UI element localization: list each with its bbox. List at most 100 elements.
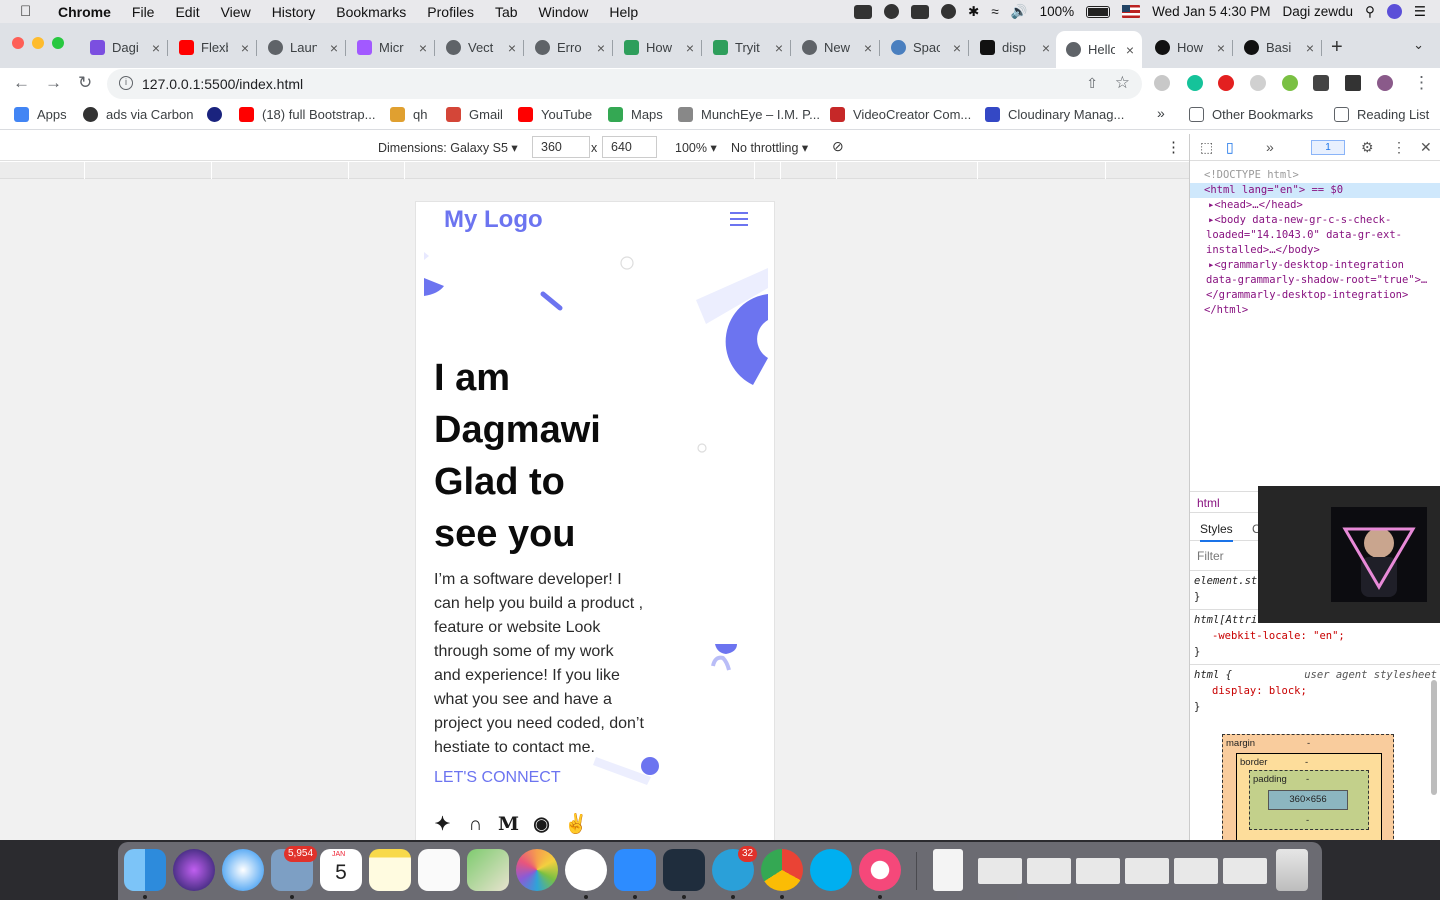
dom-doctype[interactable]: <!DOCTYPE html> <box>1190 168 1440 183</box>
photos-app-icon[interactable] <box>516 849 558 891</box>
apple-icon[interactable]:  <box>20 3 38 20</box>
spotlight-search-icon[interactable]: ⚲ <box>1365 4 1375 20</box>
screenshot-thumbnail[interactable] <box>1174 858 1218 884</box>
dom-body-node-cont[interactable]: loaded="14.1043.0" data-gr-ext- <box>1190 228 1440 243</box>
close-tab-icon[interactable]: × <box>419 40 427 56</box>
close-window-button[interactable] <box>12 37 24 49</box>
issues-badge[interactable]: 1 <box>1311 140 1345 155</box>
dom-head-node[interactable]: ▸<head>…</head> <box>1190 198 1440 213</box>
close-tab-icon[interactable]: × <box>152 40 160 56</box>
device-more-options-icon[interactable]: ⋮ <box>1166 138 1181 156</box>
media-query-ruler[interactable] <box>0 162 1189 179</box>
notes-app-icon[interactable] <box>369 849 411 891</box>
close-tab-icon[interactable]: × <box>1042 40 1050 56</box>
bookmark-item[interactable]: (18) full Bootstrap... <box>239 107 375 122</box>
tab-search-chevron-icon[interactable]: ⌄ <box>1413 37 1424 53</box>
close-tab-icon[interactable]: × <box>686 40 694 56</box>
other-bookmarks[interactable]: Other Bookmarks <box>1189 107 1313 122</box>
extension-icon[interactable] <box>1154 75 1170 91</box>
bookmark-item[interactable]: Maps <box>608 107 663 122</box>
dom-html-close[interactable]: </html> <box>1190 303 1440 318</box>
browser-tab[interactable]: Basi × <box>1234 31 1322 64</box>
bookmark-item[interactable]: YouTube <box>518 107 592 122</box>
browser-tab[interactable]: Flexb × <box>169 31 257 64</box>
trash-icon[interactable] <box>1276 849 1308 891</box>
reminders-app-icon[interactable] <box>418 849 460 891</box>
inspect-element-icon[interactable]: ⬚ <box>1200 139 1213 156</box>
bookmark-item[interactable]: MunchEye – I.M. P... <box>678 107 820 122</box>
dom-html-node[interactable]: <html lang="en"> == $0 <box>1190 183 1440 198</box>
minimize-window-button[interactable] <box>32 37 44 49</box>
back-arrow-icon[interactable]: ← <box>13 73 30 93</box>
dom-grammarly-node[interactable]: ▸<grammarly-desktop-integration <box>1190 258 1440 273</box>
close-tab-icon[interactable]: × <box>508 40 516 56</box>
menu-view[interactable]: View <box>221 4 251 20</box>
site-logo[interactable]: My Logo <box>444 206 543 234</box>
rule-property[interactable]: display: block; <box>1194 683 1437 699</box>
bluetooth-icon[interactable]: ✱ <box>968 4 979 20</box>
volume-icon[interactable]: 🔊 <box>1011 4 1028 20</box>
browser-tab[interactable]: Erro × <box>525 31 613 64</box>
menu-edit[interactable]: Edit <box>175 4 199 20</box>
device-width-input[interactable]: 360 <box>532 136 590 158</box>
siri-app-icon[interactable] <box>173 849 215 891</box>
profile-avatar[interactable] <box>1377 75 1393 91</box>
browser-tab[interactable]: Vect × <box>436 31 524 64</box>
grammarly-status-icon[interactable] <box>941 4 957 19</box>
zoom-app-icon[interactable] <box>614 849 656 891</box>
site-info-icon[interactable]: i <box>119 76 133 90</box>
github-icon[interactable]: ◉ <box>531 814 552 835</box>
screenshot-thumbnail[interactable] <box>1076 858 1120 884</box>
browser-tab[interactable]: Dagi × <box>80 31 168 64</box>
breadcrumb-html[interactable]: html <box>1197 496 1220 510</box>
chrome-menu-icon[interactable]: ⋮ <box>1413 73 1430 93</box>
battery-icon[interactable] <box>1086 5 1111 18</box>
hashnode-icon[interactable]: ∩ <box>465 814 486 835</box>
box-model-diagram[interactable]: margin - border - padding - 360×656 - <box>1222 734 1394 844</box>
address-bar-url[interactable]: 127.0.0.1:5500/index.html <box>142 76 303 92</box>
medium-icon[interactable]: M <box>498 814 519 835</box>
angellist-icon[interactable]: ✌ <box>564 814 588 835</box>
maps-app-icon[interactable] <box>467 849 509 891</box>
browser-tab[interactable]: How × <box>614 31 702 64</box>
menu-file[interactable]: File <box>132 4 155 20</box>
mongodb-compass-icon[interactable] <box>565 849 607 891</box>
reading-list[interactable]: Reading List <box>1334 107 1429 122</box>
bookmark-item[interactable]: Cloudinary Manag... <box>985 107 1124 122</box>
lets-connect-link[interactable]: LET'S CONNECT <box>434 769 561 787</box>
menu-bookmarks[interactable]: Bookmarks <box>336 4 406 20</box>
styles-filter-input[interactable]: Filter <box>1197 549 1224 563</box>
rotate-device-icon[interactable]: ⊘ <box>832 138 844 155</box>
browser-tab[interactable]: Laun × <box>258 31 346 64</box>
close-tab-icon[interactable]: × <box>1126 42 1134 58</box>
finder-icon[interactable] <box>124 849 166 891</box>
itunes-icon[interactable] <box>859 849 901 891</box>
throttling-select[interactable]: No throttling ▾ <box>731 140 808 155</box>
menubar-user[interactable]: Dagi zewdu <box>1282 4 1353 19</box>
extensions-puzzle-icon[interactable] <box>1313 75 1329 91</box>
address-bar[interactable]: i 127.0.0.1:5500/index.html ⇧ ☆ <box>107 69 1142 99</box>
more-panels-icon[interactable]: » <box>1266 139 1274 155</box>
menu-tab[interactable]: Tab <box>495 4 518 20</box>
menu-history[interactable]: History <box>272 4 316 20</box>
close-tab-icon[interactable]: × <box>597 40 605 56</box>
close-tab-icon[interactable]: × <box>775 40 783 56</box>
skype-icon[interactable] <box>810 849 852 891</box>
input-source-flag-icon[interactable] <box>1122 5 1141 18</box>
bookmark-star-icon[interactable]: ☆ <box>1115 73 1130 93</box>
close-tab-icon[interactable]: × <box>953 40 961 56</box>
downloads-stack-icon[interactable] <box>1223 858 1267 884</box>
screenshot-thumbnail[interactable] <box>978 858 1022 884</box>
device-zoom-select[interactable]: 100% ▾ <box>675 140 717 155</box>
menu-help[interactable]: Help <box>609 4 638 20</box>
browser-tab[interactable]: Tryit × <box>703 31 791 64</box>
dom-body-node-cont[interactable]: installed>…</body> <box>1190 243 1440 258</box>
close-tab-icon[interactable]: × <box>1306 40 1314 56</box>
fullscreen-window-button[interactable] <box>52 37 64 49</box>
device-dimensions-select[interactable]: Dimensions: Galaxy S5 ▾ <box>378 140 518 155</box>
dom-grammarly-node-cont[interactable]: </grammarly-desktop-integration> <box>1190 288 1440 303</box>
devtools-menu-icon[interactable]: ⋮ <box>1392 139 1406 156</box>
emulated-device-page[interactable]: My Logo I am Dagmawi Glad to see you I’m… <box>415 201 775 840</box>
opera-extension-icon[interactable] <box>1218 75 1234 91</box>
bookmark-item[interactable]: Gmail <box>446 107 503 122</box>
